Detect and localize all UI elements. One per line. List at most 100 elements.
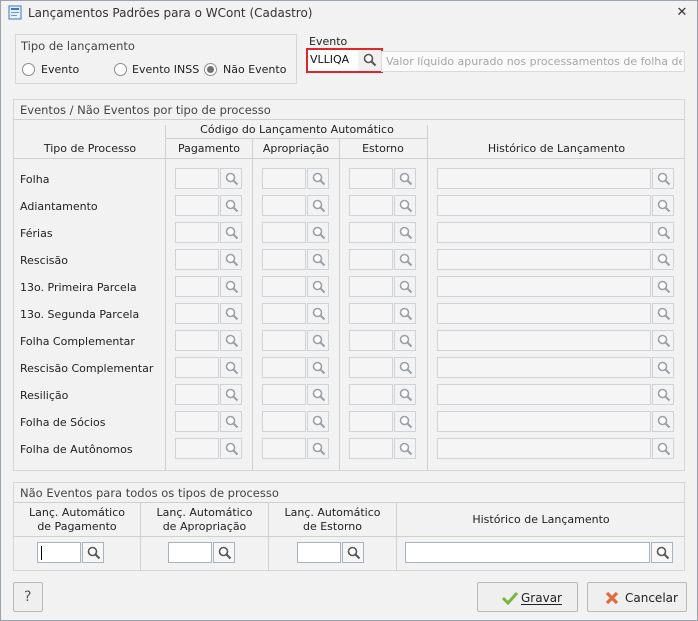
- historico-lookup: [652, 384, 674, 405]
- apropriacao-input: [262, 195, 306, 216]
- search-icon: [399, 253, 413, 267]
- search-icon: [312, 415, 326, 429]
- search-icon: [657, 334, 671, 348]
- pagamento-input: [175, 330, 219, 351]
- nao-evento-apropriacao-input[interactable]: [168, 542, 212, 563]
- historico-input: [437, 249, 651, 270]
- row-label: Folha Complementar: [20, 335, 135, 348]
- apropriacao-lookup: [307, 249, 329, 270]
- apropriacao-input: [262, 411, 306, 432]
- search-icon: [312, 226, 326, 240]
- radio-nao-evento-label: Não Evento: [223, 63, 287, 76]
- pagamento-lookup: [220, 276, 242, 297]
- header-lanc-pagamento-2: de Pagamento: [37, 520, 117, 533]
- search-icon: [312, 280, 326, 294]
- pagamento-input: [175, 438, 219, 459]
- help-button[interactable]: ?: [13, 582, 43, 612]
- historico-lookup: [652, 438, 674, 459]
- close-icon[interactable]: ✕: [673, 4, 691, 22]
- search-icon: [657, 442, 671, 456]
- historico-lookup: [652, 195, 674, 216]
- pagamento-lookup: [220, 411, 242, 432]
- apropriacao-input: [262, 168, 306, 189]
- search-icon: [312, 253, 326, 267]
- estorno-input: [349, 195, 393, 216]
- estorno-lookup: [394, 249, 416, 270]
- save-label: Gravar: [521, 591, 562, 605]
- pagamento-lookup: [220, 438, 242, 459]
- historico-lookup: [652, 276, 674, 297]
- eventos-title-divider: [13, 119, 685, 120]
- radio-evento-inss[interactable]: [114, 63, 127, 76]
- row-label: Folha: [20, 173, 50, 186]
- apropriacao-input: [262, 303, 306, 324]
- estorno-lookup: [394, 168, 416, 189]
- pagamento-lookup: [220, 384, 242, 405]
- historico-input: [437, 357, 651, 378]
- nao-evento-apropriacao-lookup[interactable]: [213, 542, 235, 563]
- search-icon: [225, 199, 239, 213]
- apropriacao-input: [262, 276, 306, 297]
- evento-lookup-button[interactable]: [359, 50, 381, 71]
- save-button[interactable]: Gravar: [477, 582, 578, 612]
- search-icon: [657, 172, 671, 186]
- row-label: Rescisão: [20, 254, 68, 267]
- pagamento-input: [175, 411, 219, 432]
- search-icon: [218, 546, 232, 560]
- historico-lookup: [652, 168, 674, 189]
- apropriacao-lookup: [307, 276, 329, 297]
- search-icon: [657, 307, 671, 321]
- title-bar: Lançamentos Padrões para o WCont (Cadast…: [1, 1, 697, 25]
- cancel-button[interactable]: Cancelar: [587, 582, 687, 612]
- col-divider-3: [339, 139, 340, 471]
- row-label: Adiantamento: [20, 200, 98, 213]
- header-tipo-processo: Tipo de Processo: [43, 142, 137, 155]
- pagamento-input: [175, 249, 219, 270]
- pagamento-input: [175, 222, 219, 243]
- search-icon: [225, 280, 239, 294]
- pagamento-input: [175, 384, 219, 405]
- search-icon: [312, 388, 326, 402]
- historico-input: [437, 168, 651, 189]
- evento-code-input[interactable]: VLLIQA: [308, 50, 358, 71]
- search-icon: [225, 361, 239, 375]
- header-sub-divider: [166, 138, 428, 139]
- row-label: Resilição: [20, 389, 69, 402]
- radio-evento[interactable]: [22, 63, 35, 76]
- pagamento-lookup: [220, 168, 242, 189]
- nao-evento-pagamento-input[interactable]: [37, 542, 81, 563]
- search-icon: [312, 199, 326, 213]
- header-codigo-lancamento: Código do Lançamento Automático: [200, 123, 394, 136]
- estorno-lookup: [394, 303, 416, 324]
- search-icon: [347, 546, 361, 560]
- header-pagamento: Pagamento: [177, 142, 241, 155]
- search-icon: [225, 172, 239, 186]
- header-estorno: Estorno: [362, 142, 404, 155]
- apropriacao-input: [262, 222, 306, 243]
- window-title: Lançamentos Padrões para o WCont (Cadast…: [28, 6, 313, 20]
- estorno-input: [349, 249, 393, 270]
- tipo-lancamento-title: Tipo de lançamento: [21, 39, 135, 53]
- search-icon: [312, 334, 326, 348]
- nao-evento-historico-input[interactable]: [405, 542, 650, 563]
- nao-evento-historico-lookup[interactable]: [651, 542, 673, 563]
- header-lanc-estorno-2: de Estorno: [302, 520, 362, 533]
- search-icon: [657, 226, 671, 240]
- apropriacao-input: [262, 330, 306, 351]
- cadastro-window: Lançamentos Padrões para o WCont (Cadast…: [0, 0, 698, 621]
- row-label: 13o. Primeira Parcela: [20, 281, 137, 294]
- cancel-x-icon: [605, 591, 619, 605]
- pagamento-lookup: [220, 249, 242, 270]
- nao-col-divider-3: [396, 503, 397, 571]
- estorno-lookup: [394, 222, 416, 243]
- pagamento-lookup: [220, 195, 242, 216]
- pagamento-input: [175, 168, 219, 189]
- historico-lookup: [652, 249, 674, 270]
- radio-nao-evento[interactable]: [204, 63, 217, 76]
- nao-evento-pagamento-lookup[interactable]: [82, 542, 104, 563]
- search-icon: [657, 199, 671, 213]
- search-icon: [399, 415, 413, 429]
- search-icon: [225, 388, 239, 402]
- nao-evento-estorno-input[interactable]: [297, 542, 341, 563]
- nao-evento-estorno-lookup[interactable]: [342, 542, 364, 563]
